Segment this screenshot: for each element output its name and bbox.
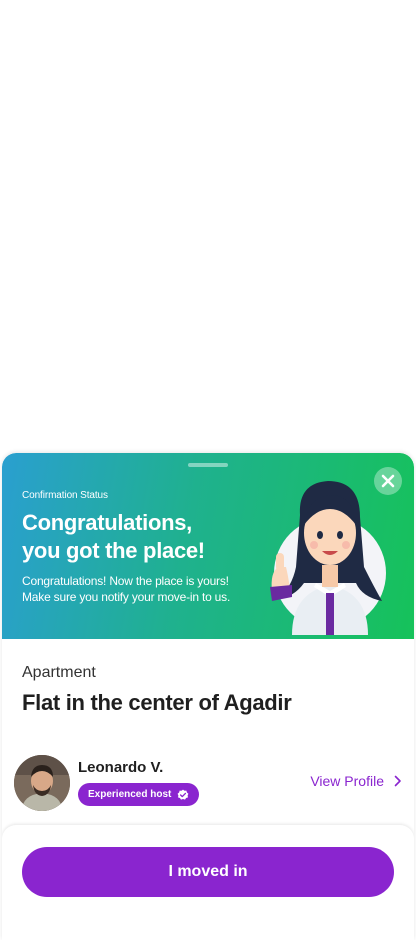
- banner-message: Congratulations! Now the place is yours!…: [22, 573, 262, 605]
- banner-headline: Congratulations, you got the place!: [22, 509, 262, 565]
- listing-category: Apartment: [22, 664, 96, 681]
- listing-details: Apartment Flat in the center of Agadir: [22, 663, 292, 717]
- moved-in-button[interactable]: I moved in: [22, 847, 394, 897]
- headline-line-2: you got the place!: [22, 538, 205, 563]
- badge-label: Experienced host: [88, 789, 172, 800]
- host-name: Leonardo V.: [78, 759, 164, 776]
- chevron-right-icon: [394, 775, 401, 787]
- headline-line-1: Congratulations,: [22, 510, 192, 535]
- woman-thumbs-up-illustration: [270, 481, 386, 635]
- message-line-2: Make sure you notify your move-in to us.: [22, 590, 231, 604]
- host-row: Leonardo V. Experienced host View Profil…: [14, 754, 402, 812]
- listing-title: Flat in the center of Agadir: [22, 690, 292, 715]
- message-line-1: Congratulations! Now the place is yours!: [22, 574, 229, 588]
- avatar-photo: [14, 755, 70, 811]
- verified-check-icon: [177, 789, 189, 800]
- view-profile-link[interactable]: View Profile: [310, 773, 402, 789]
- view-profile-label: View Profile: [310, 773, 384, 789]
- sheet-grabber-handle[interactable]: [188, 463, 228, 467]
- bottom-sheet: Confirmation Status Congratulations, you…: [2, 453, 414, 940]
- host-avatar[interactable]: [14, 755, 70, 811]
- close-icon: [381, 474, 395, 488]
- screen: Confirmation Status Congratulations, you…: [0, 0, 416, 940]
- experienced-host-badge: Experienced host: [78, 783, 200, 806]
- close-button[interactable]: [374, 467, 402, 495]
- confirmation-banner: Confirmation Status Congratulations, you…: [2, 453, 414, 639]
- status-label: Confirmation Status: [22, 490, 108, 501]
